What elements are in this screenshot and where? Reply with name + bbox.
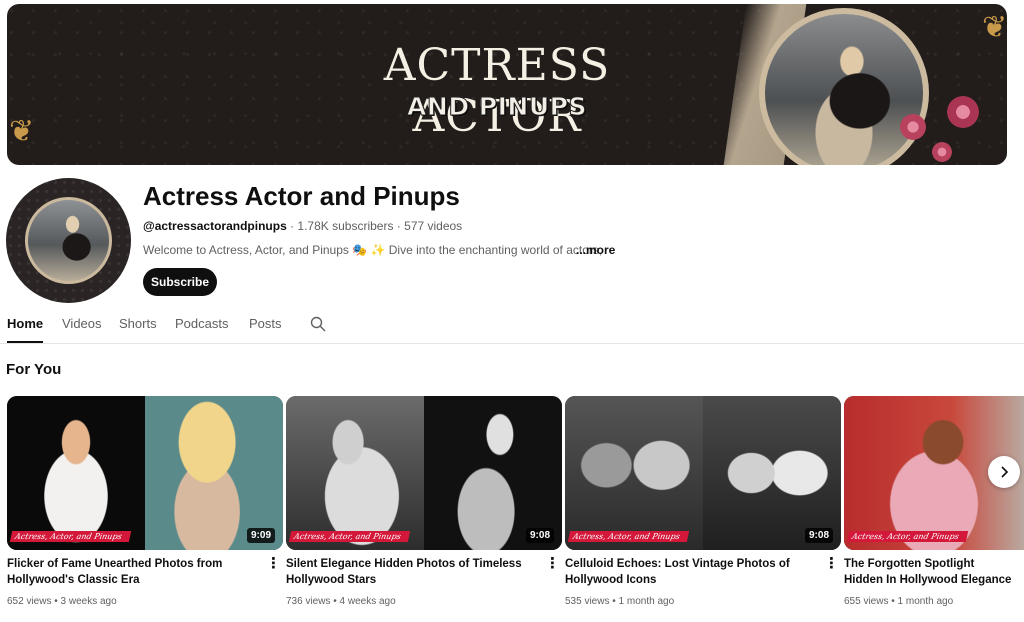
channel-handle: @actressactorandpinups <box>143 219 287 233</box>
upload-age: 3 weeks ago <box>60 596 117 607</box>
channel-tabs: Home Videos Shorts Podcasts Posts <box>0 314 1024 344</box>
thumbnail-photo-right <box>145 396 283 550</box>
video-title[interactable]: The Forgotten Spotlight Hidden In Hollyw… <box>844 556 1014 588</box>
video-thumbnail[interactable]: Actress, Actor, and Pinups 9:09 <box>7 396 283 550</box>
banner-photo <box>759 8 929 165</box>
thumbnail-photo-right <box>703 396 841 550</box>
meta-separator: · <box>286 219 298 233</box>
video-card[interactable]: Actress, Actor, and Pinups 9:08 Silent E… <box>286 396 562 607</box>
more-link[interactable]: ...more <box>576 243 615 257</box>
video-card[interactable]: Actress, Actor, and Pinups The Forgotten… <box>844 396 1024 622</box>
channel-description[interactable]: Welcome to Actress, Actor, and Pinups 🎭 … <box>143 243 613 257</box>
thumbnail-photo-left <box>7 396 145 550</box>
video-title[interactable]: Celluloid Echoes: Lost Vintage Photos of… <box>565 556 821 588</box>
meta-dot: • <box>888 596 898 607</box>
channel-meta: @actressactorandpinups · 1.78K subscribe… <box>143 219 462 233</box>
thumbnail-watermark: Actress, Actor, and Pinups <box>846 531 968 542</box>
thumbnail-watermark: Actress, Actor, and Pinups <box>567 531 689 542</box>
upload-age: 4 weeks ago <box>339 596 396 607</box>
video-thumbnail[interactable]: Actress, Actor, and Pinups 9:08 <box>286 396 562 550</box>
ornament-right-icon: ❦ <box>982 10 1007 45</box>
channel-avatar[interactable] <box>6 178 131 303</box>
banner-title: ACTRESS ACTOR <box>383 40 611 142</box>
rose-icon <box>947 96 979 128</box>
kebab-menu-icon[interactable]: ⋮ <box>545 554 560 572</box>
thumbnail-watermark: Actress, Actor, and Pinups <box>288 531 410 542</box>
video-meta: 736 views • 4 weeks ago <box>286 596 396 607</box>
video-duration: 9:08 <box>804 528 833 543</box>
rose-icon <box>900 114 926 140</box>
tab-home[interactable]: Home <box>7 316 44 343</box>
video-meta: 652 views • 3 weeks ago <box>7 596 117 607</box>
tab-posts[interactable]: Posts <box>249 316 282 342</box>
video-duration: 9:09 <box>246 528 275 543</box>
meta-dot: • <box>51 596 61 607</box>
view-count: 652 views <box>7 596 52 607</box>
video-title[interactable]: Silent Elegance Hidden Photos of Timeles… <box>286 556 542 588</box>
thumbnail-watermark: Actress, Actor, and Pinups <box>9 531 131 542</box>
view-count: 535 views <box>565 596 610 607</box>
channel-banner: ❦ ❦ ACTRESS ACTOR AND PINUPS <box>7 4 1007 165</box>
thumbnail-photo-left <box>286 396 424 550</box>
meta-dot: • <box>330 596 340 607</box>
thumbnail-photo-left <box>565 396 703 550</box>
rose-icon <box>932 142 952 162</box>
meta-dot: • <box>609 596 619 607</box>
tab-shorts[interactable]: Shorts <box>119 316 157 342</box>
video-title[interactable]: Flicker of Fame Unearthed Photos from Ho… <box>7 556 263 588</box>
kebab-menu-icon[interactable]: ⋮ <box>824 554 839 572</box>
search-icon[interactable] <box>310 316 326 332</box>
thumbnail-photo-right <box>424 396 562 550</box>
ornament-left-icon: ❦ <box>9 114 35 149</box>
tab-podcasts[interactable]: Podcasts <box>175 316 228 342</box>
channel-name: Actress Actor and Pinups <box>143 181 460 211</box>
view-count: 736 views <box>286 596 331 607</box>
carousel-next-button[interactable] <box>988 456 1020 488</box>
upload-age: 1 month ago <box>618 596 675 607</box>
video-duration: 9:08 <box>525 528 554 543</box>
tab-videos[interactable]: Videos <box>62 316 102 342</box>
avatar-photo <box>25 197 112 284</box>
view-count: 655 views <box>844 596 889 607</box>
video-meta: 655 views • 1 month ago <box>844 596 953 607</box>
video-card[interactable]: Actress, Actor, and Pinups 9:08 Celluloi… <box>565 396 841 607</box>
upload-age: 1 month ago <box>897 596 954 607</box>
chevron-right-icon <box>1001 466 1009 478</box>
video-card[interactable]: Actress, Actor, and Pinups 9:09 Flicker … <box>7 396 283 607</box>
kebab-menu-icon[interactable]: ⋮ <box>266 554 281 572</box>
subscribe-button[interactable]: Subscribe <box>143 268 217 296</box>
banner-subtitle: AND PINUPS <box>407 92 587 122</box>
subscriber-count: 1.78K subscribers <box>297 219 394 233</box>
video-count: 577 videos <box>404 219 463 233</box>
video-thumbnail[interactable]: Actress, Actor, and Pinups 9:08 <box>565 396 841 550</box>
section-title: For You <box>6 361 62 378</box>
video-meta: 535 views • 1 month ago <box>565 596 674 607</box>
meta-separator: · <box>393 219 405 233</box>
